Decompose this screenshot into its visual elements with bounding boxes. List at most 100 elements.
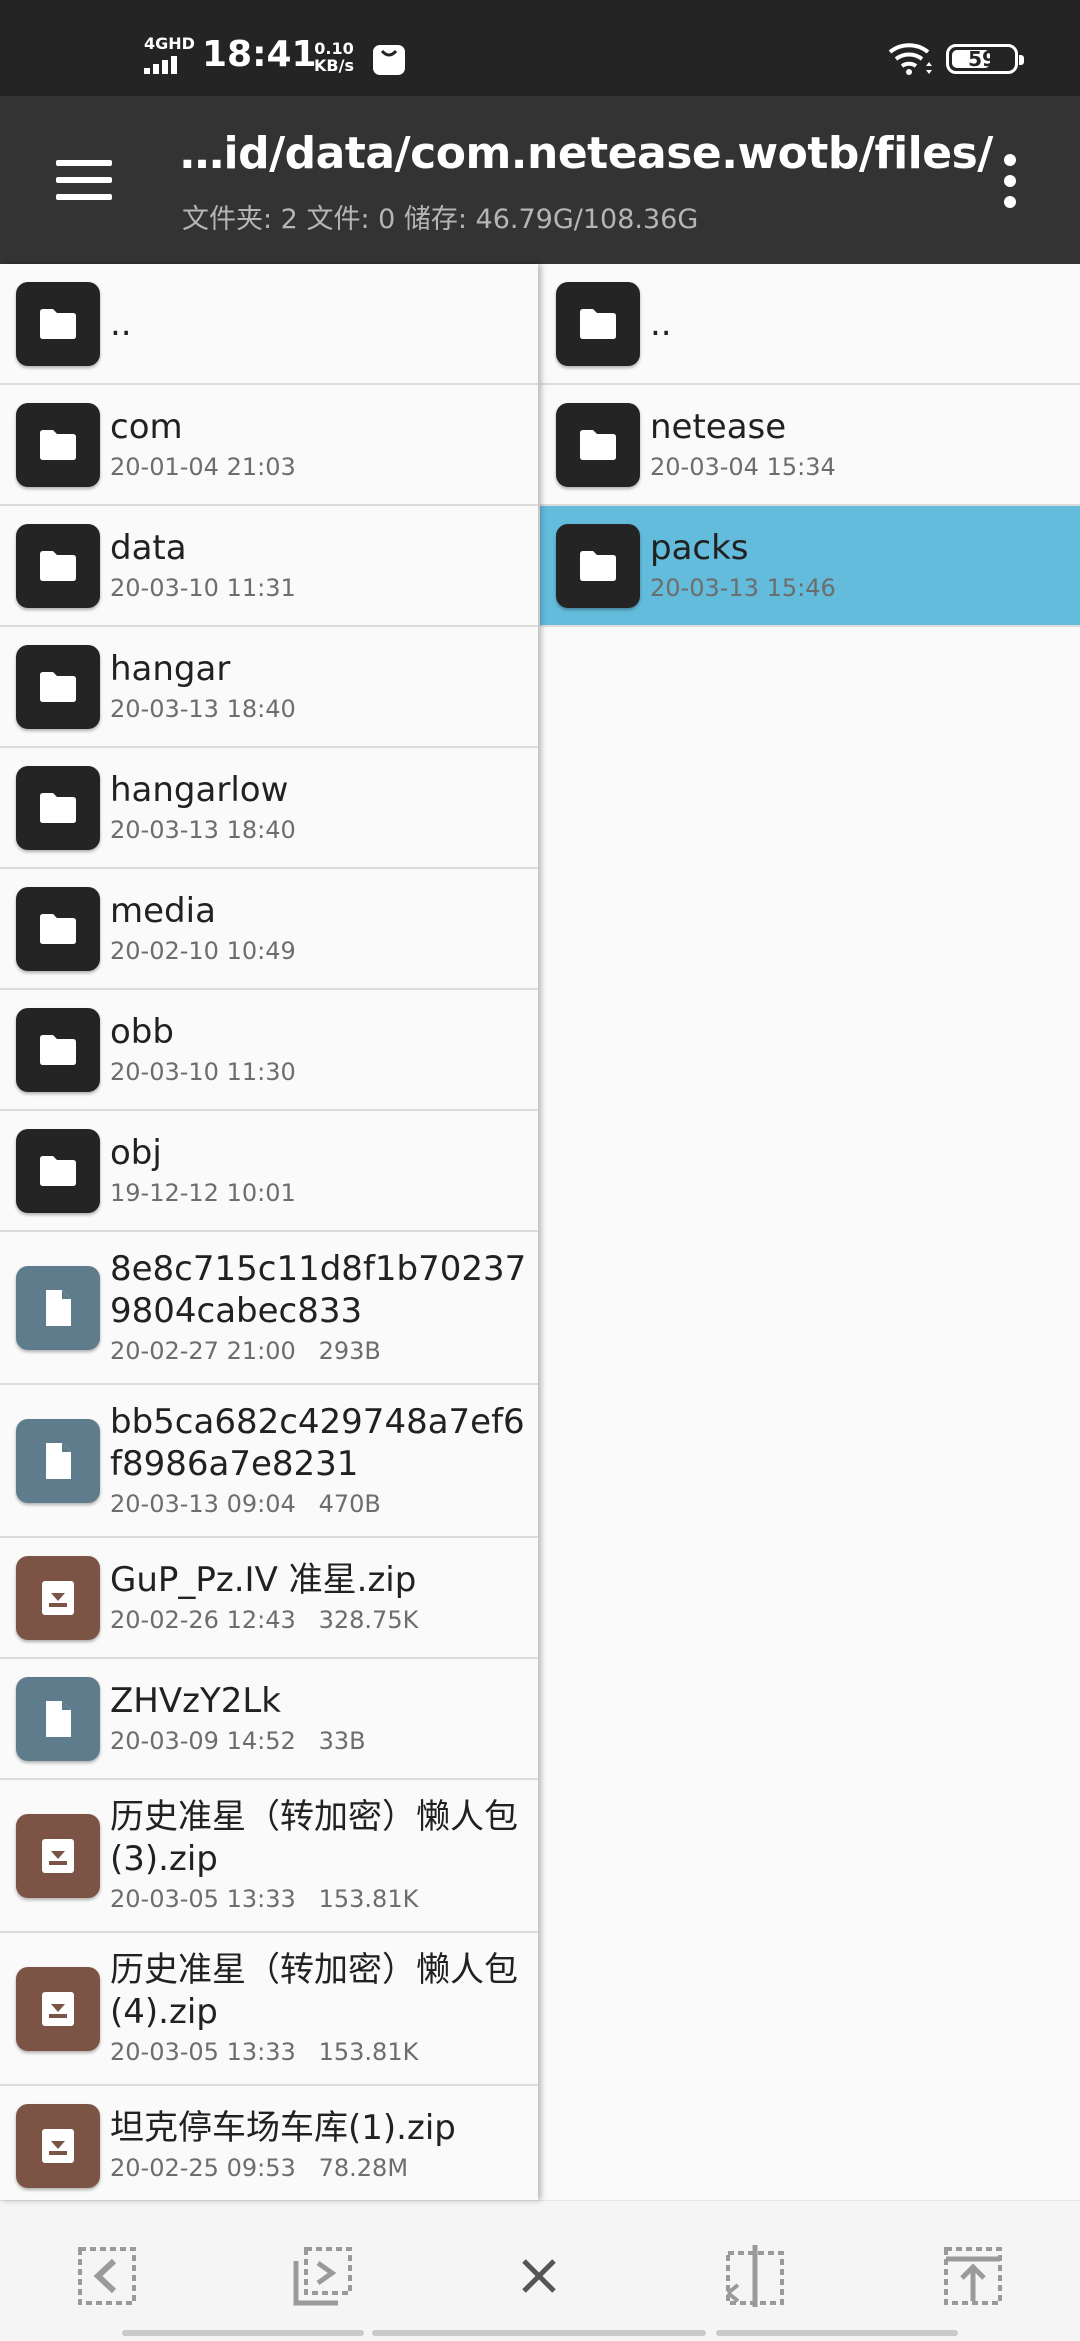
- item-text: 历史准星（转加密）懒人包(4).zip 20-03-05 13:33 153.81…: [110, 1949, 532, 2069]
- item-name: data: [110, 527, 187, 568]
- file-icon: [16, 1418, 100, 1503]
- item-text: 坦克停车场车库(1).zip 20-02-25 09:53 78.28M: [110, 2107, 532, 2185]
- folder-row[interactable]: netease 20-03-04 15:34: [540, 385, 1080, 506]
- network-speed: 0.10 KB/s: [314, 40, 354, 74]
- status-bar: 4GHD 18:41 0.10 KB/s 59: [0, 0, 1080, 96]
- folder-icon: [16, 886, 100, 971]
- folder-row[interactable]: data 20-03-10 11:31: [0, 506, 538, 627]
- folder-icon: [16, 765, 100, 850]
- archive-icon: [16, 2103, 100, 2188]
- item-text: 历史准星（转加密）懒人包(3).zip 20-03-05 13:33 153.81…: [110, 1796, 532, 1916]
- item-name: 历史准星（转加密）懒人包(3).zip: [110, 1796, 518, 1879]
- item-text: com 20-01-04 21:03: [110, 406, 532, 484]
- file-row[interactable]: bb5ca682c429748a7ef6f8986a7e8231 20-03-13…: [0, 1385, 538, 1538]
- nav-indicator: [122, 2330, 364, 2336]
- item-meta: 20-03-13 18:40: [110, 815, 296, 844]
- file-row[interactable]: ZHVzY2Lk 20-03-09 14:52 33B: [0, 1659, 538, 1780]
- wifi-icon: [888, 40, 934, 76]
- folder-icon: [16, 1128, 100, 1213]
- folder-icon: [16, 402, 100, 487]
- item-text: ..: [110, 303, 532, 345]
- folder-icon: [556, 281, 640, 366]
- item-name: netease: [650, 406, 787, 447]
- folder-row[interactable]: hangarlow 20-03-13 18:40: [0, 748, 538, 869]
- item-name: hangar: [110, 648, 231, 689]
- battery-level: 59: [968, 47, 996, 71]
- folder-icon: [16, 1007, 100, 1092]
- item-name: media: [110, 890, 216, 931]
- signal-icon: [144, 56, 184, 74]
- item-text: obb 20-03-10 11:30: [110, 1011, 532, 1089]
- item-text: ZHVzY2Lk 20-03-09 14:52 33B: [110, 1680, 532, 1758]
- more-vert-icon[interactable]: [990, 146, 1030, 216]
- item-text: hangarlow 20-03-13 18:40: [110, 769, 532, 847]
- item-meta: 19-12-12 10:01: [110, 1178, 296, 1207]
- item-meta: 20-03-10 11:30: [110, 1057, 296, 1086]
- item-text: 8e8c715c11d8f1b702379804cabec833 20-02-27…: [110, 1248, 532, 1368]
- folder-icon: [16, 523, 100, 608]
- shopping-bag-icon: [372, 42, 406, 76]
- item-meta: 20-02-10 10:49: [110, 936, 296, 965]
- archive-icon: [16, 1966, 100, 2051]
- item-meta: 20-03-13 18:40: [110, 694, 296, 723]
- current-path[interactable]: …id/data/com.netease.wotb/files/: [180, 128, 993, 179]
- file-icon: [16, 1676, 100, 1761]
- speed-value: 0.10: [314, 39, 354, 58]
- item-meta: 20-03-10 11:31: [110, 573, 296, 602]
- folder-row[interactable]: obj 19-12-12 10:01: [0, 1111, 538, 1232]
- archive-icon: [16, 1813, 100, 1898]
- item-text: ..: [650, 303, 1074, 345]
- item-text: media 20-02-10 10:49: [110, 890, 532, 968]
- archive-icon: [16, 1555, 100, 1640]
- storage-info: 文件夹: 2 文件: 0 储存: 46.79G/108.36G: [182, 204, 699, 235]
- folder-row[interactable]: ..: [0, 264, 538, 385]
- item-meta: 20-03-05 13:33 153.81K: [110, 2037, 419, 2066]
- app-bar: …id/data/com.netease.wotb/files/ 文件夹: 2 …: [0, 96, 1080, 264]
- file-row[interactable]: 历史准星（转加密）懒人包(4).zip 20-03-05 13:33 153.81…: [0, 1933, 538, 2086]
- file-icon: [16, 1265, 100, 1350]
- item-meta: 20-02-25 09:53 78.28M: [110, 2153, 409, 2182]
- item-text: obj 19-12-12 10:01: [110, 1132, 532, 1210]
- folder-row[interactable]: com 20-01-04 21:03: [0, 385, 538, 506]
- split-pane-icon[interactable]: [724, 2245, 786, 2307]
- item-name: bb5ca682c429748a7ef6f8986a7e8231: [110, 1401, 525, 1484]
- item-meta: 20-03-09 14:52 33B: [110, 1726, 366, 1755]
- folder-row[interactable]: obb 20-03-10 11:30: [0, 990, 538, 1111]
- file-row[interactable]: GuP_Pz.IV 准星.zip 20-02-26 12:43 328.75K: [0, 1538, 538, 1659]
- item-name: obj: [110, 1132, 162, 1173]
- folder-row[interactable]: hangar 20-03-13 18:40: [0, 627, 538, 748]
- folder-icon: [556, 402, 640, 487]
- nav-indicator: [716, 2330, 958, 2336]
- folder-row[interactable]: media 20-02-10 10:49: [0, 869, 538, 990]
- item-name: hangarlow: [110, 769, 289, 810]
- bottom-toolbar: [0, 2200, 1080, 2341]
- item-meta: 20-03-13 09:04 470B: [110, 1489, 381, 1518]
- file-row[interactable]: 坦克停车场车库(1).zip 20-02-25 09:53 78.28M: [0, 2086, 538, 2200]
- close-icon[interactable]: [508, 2245, 570, 2307]
- hamburger-menu-icon[interactable]: [40, 144, 128, 216]
- move-up-icon[interactable]: [942, 2245, 1004, 2307]
- folder-row[interactable]: ..: [540, 264, 1080, 385]
- file-row[interactable]: 历史准星（转加密）懒人包(3).zip 20-03-05 13:33 153.81…: [0, 1780, 538, 1933]
- clock: 18:41: [202, 34, 317, 75]
- file-row[interactable]: 8e8c715c11d8f1b702379804cabec833 20-02-27…: [0, 1232, 538, 1385]
- item-name: com: [110, 406, 183, 447]
- item-meta: 20-03-04 15:34: [650, 452, 836, 481]
- network-type: 4GHD: [144, 34, 195, 53]
- item-text: data 20-03-10 11:31: [110, 527, 532, 605]
- select-copy-icon[interactable]: [292, 2245, 354, 2307]
- left-file-pane[interactable]: .. com 20-01-04 21:03 data 20-03-10 11:31 han…: [0, 264, 538, 2200]
- item-meta: 20-01-04 21:03: [110, 452, 296, 481]
- right-file-pane[interactable]: .. netease 20-03-04 15:34 packs 20-03-13 15:…: [540, 264, 1080, 2200]
- item-text: netease 20-03-04 15:34: [650, 406, 1074, 484]
- item-name: ..: [650, 303, 672, 344]
- item-name: ..: [110, 303, 132, 344]
- item-meta: 20-03-13 15:46: [650, 573, 836, 602]
- folder-row[interactable]: packs 20-03-13 15:46: [540, 506, 1080, 627]
- item-meta: 20-02-27 21:00 293B: [110, 1336, 381, 1365]
- item-text: packs 20-03-13 15:46: [650, 527, 1074, 605]
- item-name: 坦克停车场车库(1).zip: [110, 2107, 456, 2148]
- item-name: 历史准星（转加密）懒人包(4).zip: [110, 1949, 518, 2032]
- folder-icon: [556, 523, 640, 608]
- select-left-icon[interactable]: [76, 2245, 138, 2307]
